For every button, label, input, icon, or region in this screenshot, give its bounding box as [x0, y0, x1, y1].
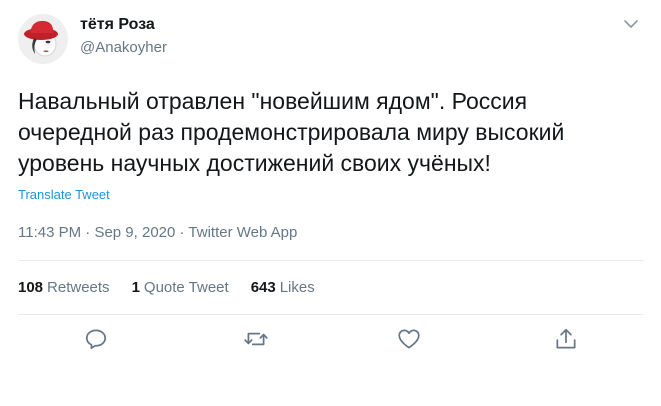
- quote-tweets-stat[interactable]: 1 Quote Tweet: [132, 279, 229, 296]
- retweets-stat[interactable]: 108 Retweets: [18, 279, 110, 296]
- retweet-icon[interactable]: [243, 326, 271, 354]
- avatar-image: [18, 14, 68, 64]
- retweets-count: 108: [18, 279, 44, 296]
- tweet-text: Навальный отравлен "новейшим ядом". Росс…: [18, 88, 565, 176]
- tweet-source[interactable]: Twitter Web App: [188, 224, 297, 241]
- author-display-name[interactable]: тётя Роза: [80, 16, 155, 34]
- tweet-date[interactable]: Sep 9, 2020: [94, 224, 175, 241]
- tweet-card: тётя Роза @Anakoyher Навальный отравлен …: [0, 0, 661, 406]
- chevron-down-icon[interactable]: [621, 14, 641, 34]
- reply-icon[interactable]: [83, 326, 111, 354]
- heart-icon[interactable]: [396, 326, 424, 354]
- retweets-label: Retweets: [47, 279, 110, 296]
- tweet-time[interactable]: 11:43 PM: [18, 224, 81, 241]
- likes-label: Likes: [279, 279, 315, 296]
- divider: [18, 314, 644, 315]
- tweet-stats: 108 Retweets 1 Quote Tweet 643 Likes: [18, 279, 315, 296]
- likes-stat[interactable]: 643 Likes: [251, 279, 315, 296]
- author-handle[interactable]: @Anakoyher: [80, 39, 167, 56]
- divider: [18, 260, 644, 261]
- tweet-metadata: 11:43 PM · Sep 9, 2020 · Twitter Web App: [18, 224, 297, 241]
- share-icon[interactable]: [553, 326, 581, 354]
- avatar[interactable]: [18, 14, 68, 64]
- quote-count: 1: [131, 279, 140, 296]
- likes-count: 643: [250, 279, 276, 296]
- quote-label: Quote Tweet: [143, 279, 229, 296]
- tweet-actions: [0, 326, 661, 358]
- meta-separator: ·: [179, 224, 185, 241]
- meta-separator: ·: [85, 224, 91, 241]
- translate-tweet-link[interactable]: Translate Tweet: [18, 187, 110, 202]
